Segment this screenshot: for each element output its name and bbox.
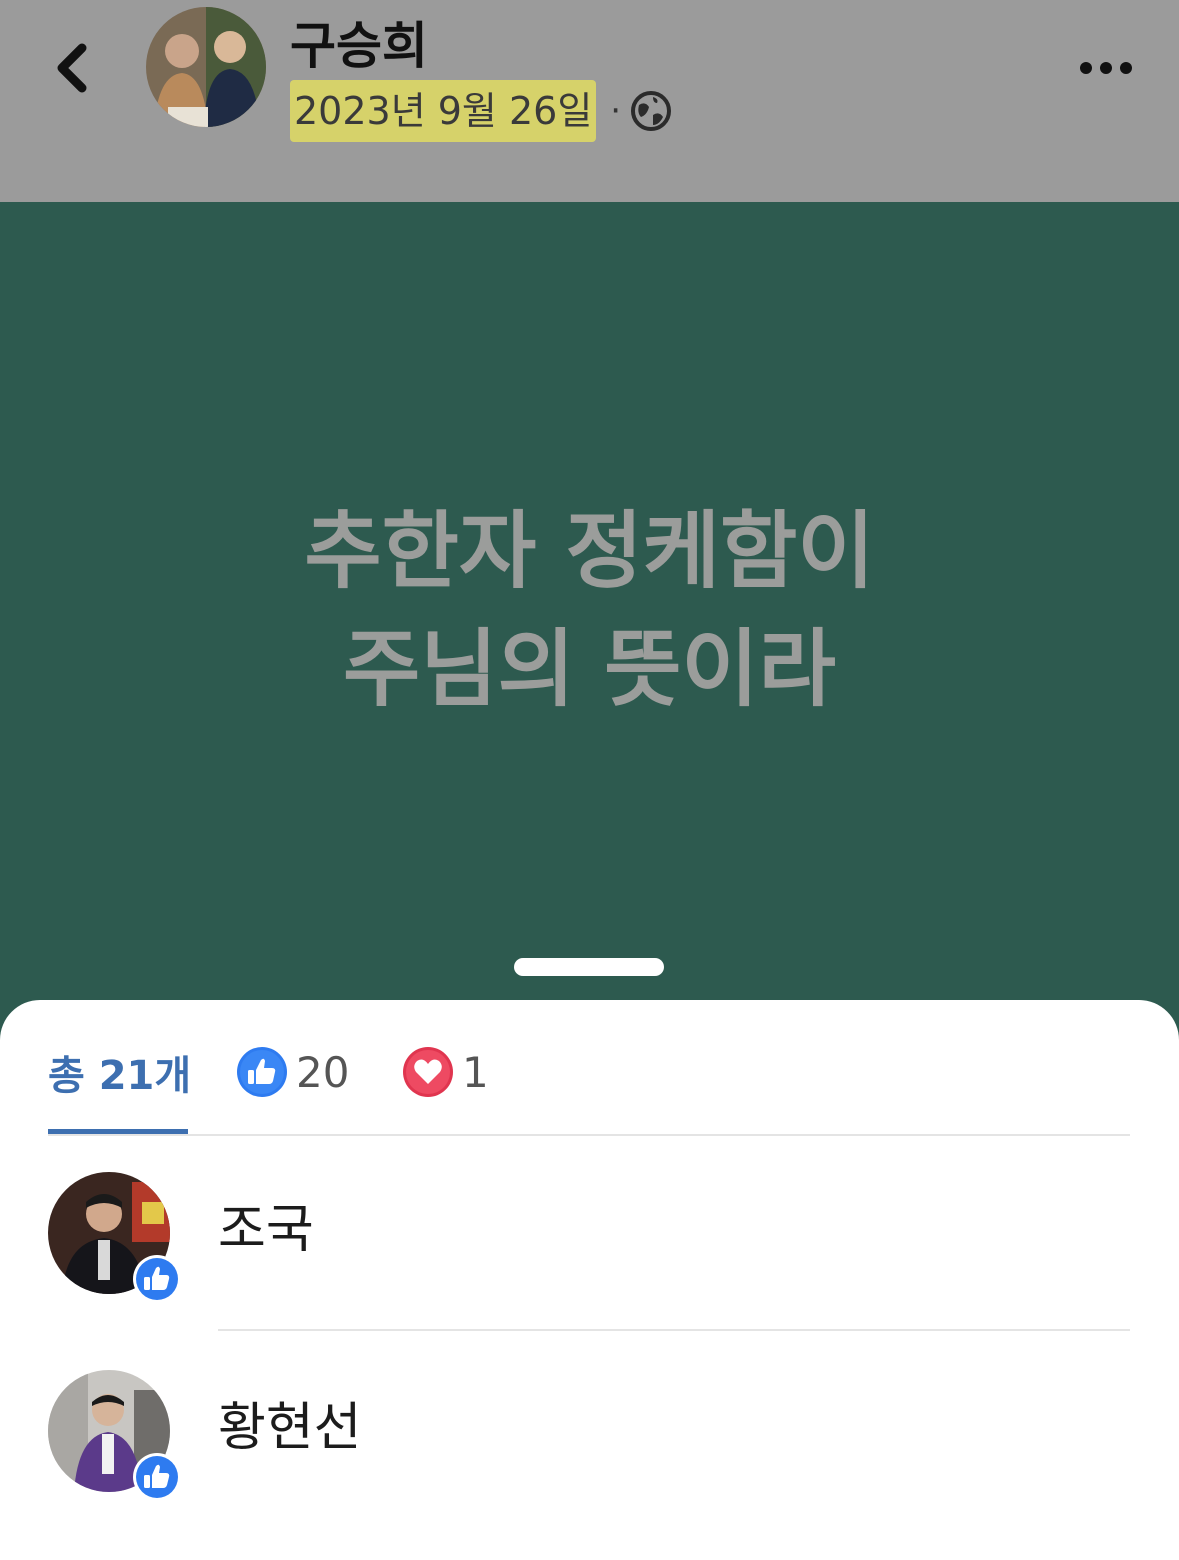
- author-avatar[interactable]: [146, 7, 266, 127]
- sheet-drag-handle[interactable]: [514, 958, 664, 976]
- tab-like-reactions[interactable]: 20: [236, 1040, 349, 1104]
- author-name[interactable]: 구승희: [290, 14, 428, 78]
- user-name[interactable]: 조국: [218, 1198, 314, 1262]
- author-avatar-photo: [146, 7, 266, 127]
- like-badge-icon: [133, 1255, 181, 1303]
- back-button[interactable]: [44, 36, 104, 100]
- globe-icon: [631, 91, 672, 131]
- tab-love-reactions[interactable]: 1: [402, 1040, 489, 1104]
- tab-all-reactions[interactable]: 총 21개: [48, 1040, 191, 1104]
- chevron-left-icon: [57, 43, 87, 93]
- post-text-line: 주님의 뜻이라: [343, 620, 836, 718]
- love-count: 1: [462, 1047, 489, 1097]
- post-text: 추한자 정케함이 주님의 뜻이라: [0, 492, 1179, 728]
- love-icon: [403, 1047, 453, 1097]
- like-count: 20: [296, 1047, 350, 1097]
- post-meta: 2023년 9월 26일 ·: [290, 80, 673, 142]
- post-header: 구승희 2023년 9월 26일 ·: [0, 0, 1179, 202]
- reaction-user-row[interactable]: 조국: [48, 1170, 1130, 1303]
- post-content: 추한자 정케함이 주님의 뜻이라: [0, 202, 1179, 1002]
- more-horizontal-icon: [1080, 62, 1132, 74]
- reaction-user-row[interactable]: 황현선: [48, 1368, 1130, 1501]
- tabs-divider: [48, 1134, 1130, 1136]
- post-date[interactable]: 2023년 9월 26일: [290, 80, 597, 142]
- post-text-line: 추한자 정케함이: [304, 502, 875, 600]
- meta-separator: ·: [610, 91, 622, 131]
- tab-all-label: 총 21개: [48, 1053, 192, 1099]
- user-name[interactable]: 황현선: [218, 1396, 362, 1460]
- like-badge-icon: [133, 1453, 181, 1501]
- row-divider: [218, 1329, 1130, 1331]
- like-icon: [237, 1047, 287, 1097]
- more-options-button[interactable]: [1078, 56, 1134, 80]
